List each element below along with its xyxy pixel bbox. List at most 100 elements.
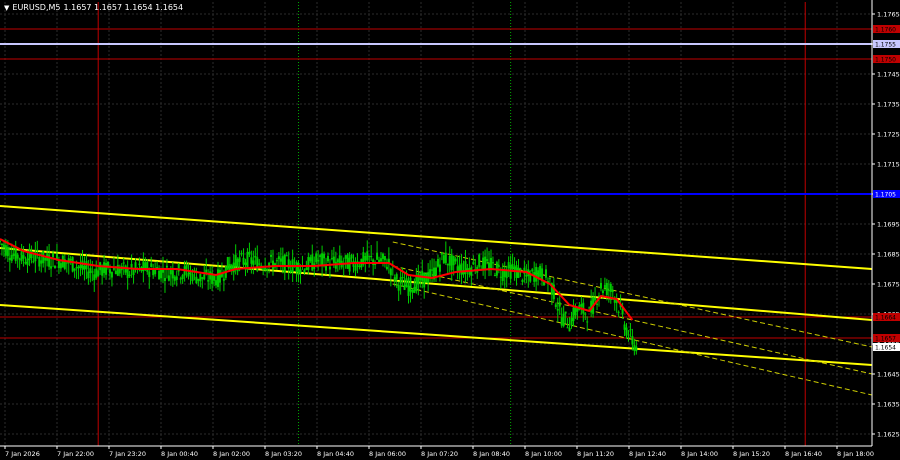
- candle-body: [105, 263, 108, 275]
- candle-body: [584, 313, 587, 315]
- x-tick-label: 8 Jan 07:20: [421, 450, 458, 458]
- candle-body: [18, 258, 21, 260]
- candle-body: [505, 271, 508, 279]
- candle-body: [169, 269, 172, 275]
- candle-body: [173, 276, 176, 281]
- candle-body: [601, 290, 604, 294]
- candle-body: [38, 257, 41, 267]
- candle-body: [195, 276, 198, 284]
- candle-body: [0, 243, 3, 246]
- candle-body: [150, 263, 153, 267]
- candle-body: [271, 260, 274, 270]
- candle-body: [472, 262, 475, 265]
- candle-body: [97, 270, 100, 277]
- candle-body: [623, 324, 626, 330]
- candle-body: [152, 269, 155, 276]
- candle-body: [226, 257, 229, 270]
- ohlc-values: 1.1657 1.1657 1.1654 1.1654: [63, 3, 184, 12]
- candle-body: [59, 263, 62, 269]
- x-tick-label: 8 Jan 14:00: [681, 450, 718, 458]
- price-chart[interactable]: 1.1765 1.1755 1.1745 1.1735 1.1725 1.1715 1.17…: [0, 0, 900, 460]
- candle-body: [484, 256, 487, 270]
- candle-body: [417, 273, 420, 285]
- candle-body: [381, 253, 384, 259]
- candle-body: [122, 262, 125, 264]
- candle-body: [217, 269, 219, 287]
- y-tick-label: 1.1715: [877, 161, 900, 169]
- candle-body: [65, 262, 68, 264]
- candle-body: [403, 284, 406, 290]
- candle-body: [71, 257, 74, 272]
- candle-body: [32, 261, 35, 263]
- candle-body: [83, 265, 86, 270]
- x-tick-label: 8 Jan 08:40: [473, 450, 510, 458]
- candle-body: [499, 276, 502, 278]
- candle-body: [478, 254, 481, 267]
- candle-body: [401, 276, 404, 278]
- level-tag-label: 1.1750: [875, 57, 896, 64]
- candle-body: [303, 269, 306, 273]
- y-tick-label: 1.1745: [877, 71, 900, 79]
- candle-body: [6, 246, 9, 257]
- candle-body: [454, 258, 457, 262]
- candle-body: [40, 260, 43, 264]
- candle-body: [165, 265, 168, 268]
- y-tick-label: 1.1685: [877, 251, 900, 259]
- candle-body: [599, 282, 602, 289]
- candle-body: [440, 252, 443, 255]
- candle-body: [607, 289, 610, 291]
- candle-body: [323, 253, 326, 259]
- candle-body: [535, 267, 538, 282]
- candle-body: [627, 336, 630, 338]
- candle-body: [631, 336, 634, 345]
- candle-body: [222, 278, 225, 281]
- candle-body: [199, 273, 202, 282]
- triangle-down-icon[interactable]: ▼: [4, 4, 9, 12]
- x-tick-label: 8 Jan 00:40: [161, 450, 198, 458]
- candle-body: [376, 252, 379, 260]
- candle-body: [317, 259, 320, 262]
- candle-body: [148, 271, 151, 278]
- candle-body: [370, 255, 373, 257]
- candle-body: [609, 284, 612, 292]
- candle-body: [146, 262, 149, 272]
- candle-body: [254, 255, 257, 258]
- y-tick-label: 1.1695: [877, 221, 900, 229]
- candle-body: [207, 280, 210, 282]
- candle-body: [448, 256, 451, 266]
- candle-body: [24, 261, 27, 264]
- candle-body: [281, 256, 284, 265]
- candle-body: [275, 260, 278, 262]
- candle-body: [566, 327, 569, 329]
- candle-body: [554, 304, 557, 307]
- candle-body: [163, 277, 166, 281]
- current-price-label: 1.1654: [875, 345, 896, 352]
- candle-body: [525, 275, 528, 277]
- candle-body: [240, 253, 243, 255]
- candle-body: [576, 308, 579, 312]
- level-tag-label: 1.1657: [875, 336, 896, 343]
- candle-body: [348, 257, 351, 272]
- candle-body: [409, 277, 412, 292]
- candle-body: [544, 269, 547, 278]
- candle-body: [93, 274, 96, 281]
- candle-body: [366, 251, 369, 261]
- candle-body: [0, 240, 1, 243]
- candle-body: [605, 283, 608, 296]
- candle-body: [262, 268, 265, 270]
- candle-body: [580, 303, 583, 307]
- y-tick-label: 1.1625: [877, 431, 900, 439]
- candle-body: [171, 270, 174, 279]
- candle-body: [112, 268, 115, 270]
- candle-body: [332, 256, 335, 263]
- candle-body: [586, 321, 589, 323]
- candle-body: [558, 302, 561, 307]
- level-tag-label: 1.1705: [875, 192, 896, 199]
- candle-body: [89, 268, 92, 273]
- candle-body: [26, 258, 29, 266]
- y-tick-label: 1.1645: [877, 371, 900, 379]
- candle-body: [2, 244, 5, 248]
- candle-body: [8, 257, 11, 261]
- x-tick-label: 8 Jan 11:20: [577, 450, 614, 458]
- candle-body: [279, 258, 282, 262]
